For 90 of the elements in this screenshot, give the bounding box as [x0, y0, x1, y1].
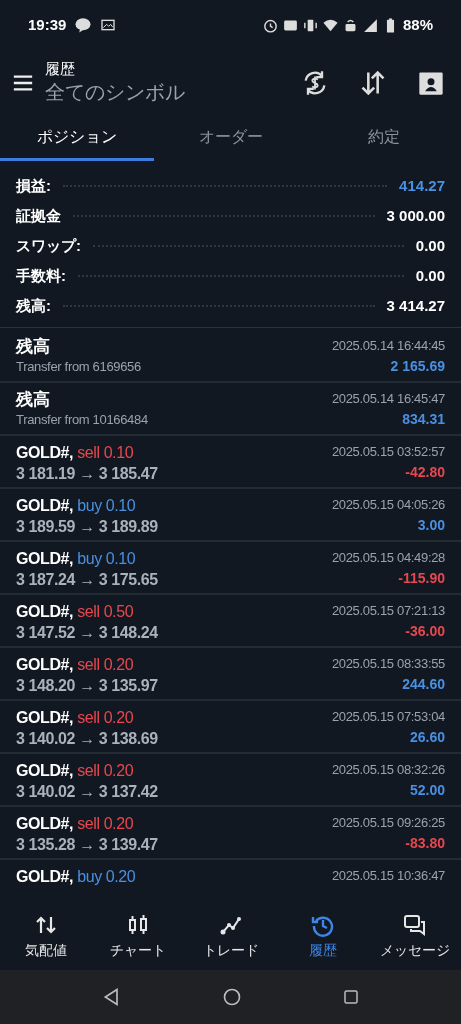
- summary-value: 0.00: [415, 265, 445, 286]
- history-row[interactable]: 残高 Transfer from 10166484 2025.05.14 16:45:47 834.31: [0, 383, 461, 436]
- profit-text: 244.60: [402, 675, 445, 694]
- tab[interactable]: 約定: [307, 115, 461, 161]
- summary-label: 証拠金: [16, 205, 61, 226]
- profit-text: -36.00: [405, 622, 445, 641]
- summary-label: 損益:: [16, 175, 51, 196]
- battery-percent: 88%: [402, 14, 433, 35]
- order-text: sell 0.50: [77, 602, 134, 622]
- header-title: 履歴: [45, 59, 76, 78]
- recents-icon[interactable]: [341, 988, 360, 1006]
- profit-text: 52.00: [409, 781, 445, 800]
- order-text: sell 0.20: [77, 708, 134, 728]
- price-text: 3 140.02 → 3 138.69: [16, 729, 158, 749]
- time-text: 2025.05.15 03:52:57: [331, 443, 445, 461]
- summary-value: 3 414.27: [386, 295, 445, 316]
- summary-value: 3 000.00: [386, 205, 445, 226]
- chat-bubble-icon: [74, 16, 93, 34]
- order-text: sell 0.20: [77, 761, 134, 781]
- price-text: 3 189.59 → 3 189.89: [16, 517, 158, 537]
- profit-text: 3.00: [417, 516, 445, 535]
- history-row[interactable]: GOLD#, sell 0.10 3 181.19 → 3 185.47 2025.05.15 03:52:57 -42.80: [0, 436, 461, 489]
- profit-text: 2 165.69: [390, 357, 445, 376]
- time-text: 2025.05.15 10:36:47: [331, 867, 445, 885]
- history-row[interactable]: GOLD#, sell 0.20 3 140.02 → 3 137.42 2025.05.15 08:32:26 52.00: [0, 754, 461, 807]
- tab[interactable]: ポジション: [0, 115, 154, 161]
- history-row[interactable]: GOLD#, sell 0.20 3 140.02 → 3 138.69 2025.05.15 07:53:04 26.60: [0, 701, 461, 754]
- profit-text: -83.80: [405, 834, 445, 853]
- nav-tab[interactable]: メッセージ: [368, 913, 461, 961]
- history-row[interactable]: 残高 Transfer from 6169656 2025.05.14 16:44:45 2 165.69: [0, 330, 461, 383]
- profit-text: 834.31: [402, 410, 445, 429]
- summary-value: 414.27: [399, 175, 445, 196]
- price-text: 3 181.19 → 3 185.47: [16, 464, 158, 484]
- nav-tab[interactable]: チャート: [92, 913, 185, 961]
- symbol-text: GOLD#,: [16, 496, 74, 516]
- status-time: 19:39: [28, 14, 67, 35]
- time-text: 2025.05.15 04:05:26: [331, 496, 445, 514]
- transfer-text: Transfer from 10166484: [16, 411, 148, 429]
- time-text: 2025.05.14 16:44:45: [331, 337, 445, 355]
- profit-text: -42.80: [405, 463, 445, 482]
- summary-label: 残高:: [16, 295, 51, 316]
- symbol-text: GOLD#,: [16, 602, 74, 622]
- history-row[interactable]: GOLD#, sell 0.50 3 147.52 → 3 148.24 2025.05.15 07:21:13 -36.00: [0, 595, 461, 648]
- price-text: 3 135.28 → 3 139.47: [16, 835, 158, 855]
- price-text: 3 147.52 → 3 148.24: [16, 623, 158, 643]
- symbol-text: GOLD#,: [16, 867, 74, 887]
- time-text: 2025.05.15 08:32:26: [331, 761, 445, 779]
- symbol-text: GOLD#,: [16, 761, 74, 781]
- time-text: 2025.05.15 04:49:28: [331, 549, 445, 567]
- symbol-text: GOLD#,: [16, 549, 74, 569]
- order-text: buy 0.10: [77, 549, 136, 569]
- order-text: buy 0.10: [77, 496, 136, 516]
- history-row[interactable]: GOLD#, buy 0.10 3 187.24 → 3 175.65 2025.05.15 04:49:28 -115.90: [0, 542, 461, 595]
- time-text: 2025.05.15 09:26:25: [331, 814, 445, 832]
- symbol-text: GOLD#,: [16, 814, 74, 834]
- nav-tab[interactable]: 履歴: [276, 913, 369, 961]
- summary-label: 手数料:: [16, 265, 66, 286]
- nav-tab[interactable]: 気配値: [0, 913, 93, 961]
- home-icon[interactable]: [221, 987, 242, 1007]
- order-text: sell 0.20: [77, 655, 134, 675]
- history-row[interactable]: GOLD#, buy 0.10 3 189.59 → 3 189.89 2025.05.15 04:05:26 3.00: [0, 489, 461, 542]
- symbol-text: GOLD#,: [16, 443, 74, 463]
- order-text: buy 0.20: [77, 867, 136, 887]
- symbol-text: GOLD#,: [16, 655, 74, 675]
- header-subtitle[interactable]: 全てのシンボル: [45, 77, 301, 106]
- chat-bubbles-icon: [402, 913, 427, 937]
- time-text: 2025.05.15 07:21:13: [331, 602, 445, 620]
- summary-value: 0.00: [415, 235, 445, 256]
- symbol-text: GOLD#,: [16, 708, 74, 728]
- entry-title: 残高: [16, 389, 51, 411]
- image-icon: [100, 17, 117, 33]
- entry-title: 残高: [16, 336, 51, 358]
- summary-label: スワップ:: [16, 235, 81, 256]
- time-text: 2025.05.15 08:33:55: [331, 655, 445, 673]
- price-text: 3 148.20 → 3 135.97: [16, 676, 158, 696]
- price-text: 3 187.24 → 3 175.65: [16, 570, 158, 590]
- tab[interactable]: オーダー: [153, 115, 308, 161]
- price-text: 3 140.02 → 3 137.42: [16, 782, 158, 802]
- history-row[interactable]: GOLD#, sell 0.20 3 135.28 → 3 139.47 2025.05.15 09:26:25 -83.80: [0, 807, 461, 860]
- order-text: sell 0.10: [77, 443, 134, 463]
- history-icon: [310, 913, 335, 937]
- profit-text: 26.60: [409, 728, 445, 747]
- time-text: 2025.05.14 16:45:47: [331, 390, 445, 408]
- transfer-text: Transfer from 6169656: [16, 358, 141, 376]
- order-text: sell 0.20: [77, 814, 134, 834]
- sort-arrows-icon[interactable]: [359, 68, 387, 97]
- history-row[interactable]: GOLD#, sell 0.20 3 148.20 → 3 135.97 2025.05.15 08:33:55 244.60: [0, 648, 461, 701]
- nav-tab[interactable]: トレード: [184, 913, 277, 961]
- time-text: 2025.05.15 07:53:04: [331, 708, 445, 726]
- profit-text: -115.90: [398, 569, 445, 588]
